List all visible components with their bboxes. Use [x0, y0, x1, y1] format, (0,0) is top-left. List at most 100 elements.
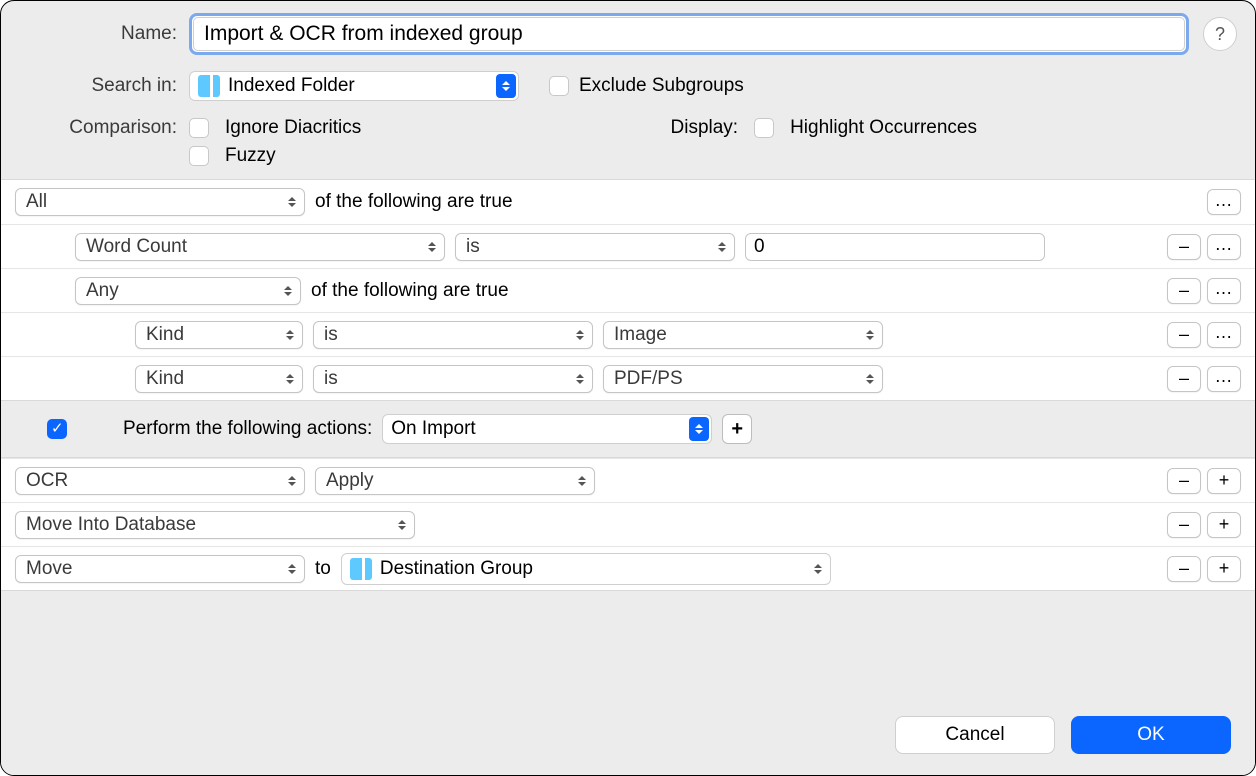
display-option: Display: Highlight Occurrences: [671, 117, 978, 139]
highlight-label: Highlight Occurrences: [790, 117, 977, 139]
name-row: Name: ?: [19, 13, 1237, 55]
field-select[interactable]: Word Count: [75, 233, 445, 261]
options-button[interactable]: [1207, 234, 1241, 260]
search-in-label: Search in:: [19, 75, 189, 97]
fuzzy-option: Fuzzy: [189, 145, 361, 167]
ignore-diacritics-option: Ignore Diacritics: [189, 117, 361, 139]
rule-kind-image: Kind is Image –: [1, 312, 1255, 356]
dialog-footer: Cancel OK: [1, 695, 1255, 775]
fuzzy-label: Fuzzy: [225, 145, 276, 167]
chevron-up-down-icon: [570, 324, 590, 346]
chevron-up-down-icon: [496, 74, 516, 98]
nested-quantifier-value: Any: [86, 280, 119, 302]
remove-rule-button[interactable]: –: [1167, 278, 1201, 304]
add-action-button[interactable]: +: [1207, 556, 1241, 582]
top-form: Name: ? Search in: Indexed Folder Exclud…: [1, 1, 1255, 179]
fuzzy-checkbox[interactable]: [189, 146, 209, 166]
rule-kind-pdf: Kind is PDF/PS –: [1, 356, 1255, 400]
field-select[interactable]: Kind: [135, 365, 303, 393]
rules-area: All of the following are true Word Count…: [1, 179, 1255, 401]
value-input[interactable]: [745, 233, 1045, 261]
search-in-select[interactable]: Indexed Folder: [189, 71, 519, 101]
remove-rule-button[interactable]: –: [1167, 234, 1201, 260]
options-button[interactable]: [1207, 366, 1241, 392]
chevron-up-down-icon: [712, 236, 732, 258]
ignore-diacritics-checkbox[interactable]: [189, 118, 209, 138]
display-label: Display:: [671, 117, 739, 139]
actions-header: Perform the following actions: On Import…: [1, 401, 1255, 457]
chevron-up-down-icon: [808, 556, 828, 582]
rule-root: All of the following are true: [1, 180, 1255, 224]
chevron-up-down-icon: [280, 368, 300, 390]
action-param-value: Apply: [326, 470, 374, 492]
action-ocr: OCR Apply – +: [1, 458, 1255, 502]
value-text: Image: [614, 324, 667, 346]
value-select[interactable]: Image: [603, 321, 883, 349]
cancel-button[interactable]: Cancel: [895, 716, 1055, 754]
options-button[interactable]: [1207, 322, 1241, 348]
operator-select[interactable]: is: [455, 233, 735, 261]
highlight-checkbox[interactable]: [754, 118, 774, 138]
folder-icon: [350, 558, 372, 580]
operator-select[interactable]: is: [313, 321, 593, 349]
chevron-up-down-icon: [282, 470, 302, 492]
actions-list: OCR Apply – + Move Into Database – +: [1, 457, 1255, 591]
smart-rule-dialog: Name: ? Search in: Indexed Folder Exclud…: [0, 0, 1256, 776]
add-action-button[interactable]: +: [1207, 468, 1241, 494]
chevron-up-down-icon: [422, 236, 442, 258]
chevron-up-down-icon: [572, 470, 592, 492]
chevron-up-down-icon: [860, 368, 880, 390]
chevron-up-down-icon: [282, 558, 302, 580]
action-name-select[interactable]: OCR: [15, 467, 305, 495]
action-name-select[interactable]: Move: [15, 555, 305, 583]
remove-action-button[interactable]: –: [1167, 512, 1201, 538]
search-in-value: Indexed Folder: [228, 75, 355, 97]
action-move: Move to Destination Group – +: [1, 546, 1255, 590]
action-name-value: OCR: [26, 470, 68, 492]
operator-select[interactable]: is: [313, 365, 593, 393]
action-name-select[interactable]: Move Into Database: [15, 511, 415, 539]
chevron-up-down-icon: [392, 514, 412, 536]
destination-value: Destination Group: [380, 558, 533, 580]
add-trigger-button[interactable]: +: [722, 414, 752, 444]
chevron-up-down-icon: [570, 368, 590, 390]
add-action-button[interactable]: +: [1207, 512, 1241, 538]
value-text: PDF/PS: [614, 368, 683, 390]
chevron-up-down-icon: [860, 324, 880, 346]
field-select[interactable]: Kind: [135, 321, 303, 349]
exclude-subgroups-checkbox[interactable]: [549, 76, 569, 96]
following-true-text: of the following are true: [311, 280, 509, 302]
help-button[interactable]: ?: [1203, 17, 1237, 51]
chevron-up-down-icon: [689, 417, 709, 441]
search-in-row: Search in: Indexed Folder Exclude Subgro…: [19, 71, 1237, 101]
nested-quantifier-select[interactable]: Any: [75, 277, 301, 305]
destination-select[interactable]: Destination Group: [341, 553, 831, 585]
remove-action-button[interactable]: –: [1167, 556, 1201, 582]
chevron-up-down-icon: [282, 191, 302, 213]
folder-icon: [198, 75, 220, 97]
perform-actions-checkbox[interactable]: [47, 419, 67, 439]
chevron-up-down-icon: [280, 324, 300, 346]
chevron-up-down-icon: [278, 280, 298, 302]
name-label: Name:: [19, 23, 189, 45]
remove-rule-button[interactable]: –: [1167, 322, 1201, 348]
action-name-value: Move: [26, 558, 72, 580]
remove-rule-button[interactable]: –: [1167, 366, 1201, 392]
exclude-subgroups-label: Exclude Subgroups: [579, 75, 744, 97]
action-param-select[interactable]: Apply: [315, 467, 595, 495]
name-input[interactable]: [193, 17, 1185, 51]
ignore-diacritics-label: Ignore Diacritics: [225, 117, 361, 139]
options-button[interactable]: [1207, 278, 1241, 304]
comparison-label: Comparison:: [19, 117, 189, 139]
operator-value: is: [466, 236, 480, 258]
name-input-focus-ring: [189, 13, 1189, 55]
trigger-select[interactable]: On Import: [382, 414, 712, 444]
root-quantifier-select[interactable]: All: [15, 188, 305, 216]
remove-action-button[interactable]: –: [1167, 468, 1201, 494]
perform-actions-label: Perform the following actions:: [123, 418, 372, 440]
comparison-row: Comparison: Ignore Diacritics Fuzzy Disp…: [19, 117, 1237, 167]
ok-button[interactable]: OK: [1071, 716, 1231, 754]
options-button[interactable]: [1207, 189, 1241, 215]
operator-value: is: [324, 324, 338, 346]
value-select[interactable]: PDF/PS: [603, 365, 883, 393]
